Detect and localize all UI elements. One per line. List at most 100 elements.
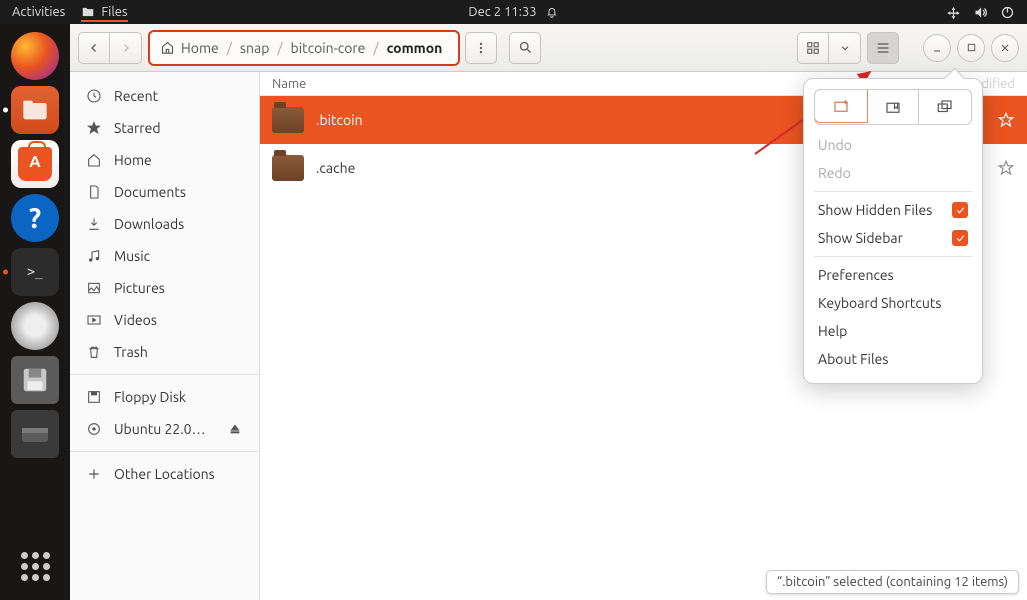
path-home[interactable]: Home (175, 40, 225, 56)
sidebar-trash[interactable]: Trash (70, 336, 259, 368)
back-button[interactable] (78, 32, 110, 64)
doc-icon (86, 184, 102, 200)
star-outline-icon[interactable] (997, 159, 1015, 177)
sidebar-floppy[interactable]: Floppy Disk (70, 381, 259, 413)
menu-shortcuts[interactable]: Keyboard Shortcuts (804, 289, 982, 317)
dock-drive[interactable] (11, 410, 59, 458)
home-icon (86, 152, 102, 168)
files-icon (21, 98, 49, 122)
folder-icon (272, 155, 304, 181)
maximize-button[interactable] (957, 34, 985, 62)
sidebar-label: Other Locations (114, 466, 215, 482)
status-bar: “.bitcoin” selected (containing 12 items… (766, 570, 1019, 594)
sidebar-other-locations[interactable]: Other Locations (70, 458, 259, 490)
datetime-label: Dec 2 11:33 (468, 5, 536, 19)
kebab-icon (474, 41, 488, 55)
sidebar-music[interactable]: Music (70, 240, 259, 272)
file-name: .cache (316, 160, 636, 176)
folder-icon (272, 107, 304, 133)
power-icon[interactable] (1000, 5, 1015, 20)
sidebar-label: Ubuntu 22.0… (114, 421, 206, 437)
home-icon (160, 40, 175, 55)
hamburger-icon (875, 40, 891, 56)
menu-about[interactable]: About Files (804, 345, 982, 373)
gnome-top-bar: Activities Files Dec 2 11:33 (0, 0, 1027, 24)
path-snap[interactable]: snap (234, 40, 275, 56)
music-icon (86, 248, 102, 264)
search-button[interactable] (509, 32, 541, 64)
sidebar-recent[interactable]: Recent (70, 80, 259, 112)
dock-show-apps[interactable] (11, 542, 59, 590)
hamburger-menu-button[interactable] (867, 32, 899, 64)
sidebar-downloads[interactable]: Downloads (70, 208, 259, 240)
trash-icon (86, 344, 102, 360)
dock-help[interactable]: ? (11, 194, 59, 242)
ubuntu-dock: ? >_ (0, 24, 70, 600)
video-icon (86, 312, 102, 328)
sidebar-label: Starred (114, 120, 161, 136)
sidebar-pictures[interactable]: Pictures (70, 272, 259, 304)
sidebar-label: Floppy Disk (114, 389, 186, 405)
nav-buttons (78, 32, 142, 64)
floppy-icon (20, 365, 50, 395)
places-sidebar: Recent Starred Home Documents Downloads … (70, 72, 260, 600)
check-icon (952, 202, 968, 218)
network-icon[interactable] (946, 5, 961, 20)
sidebar-label: Home (114, 152, 152, 168)
sidebar-label: Downloads (114, 216, 184, 232)
check-icon (952, 230, 968, 246)
sidebar-videos[interactable]: Videos (70, 304, 259, 336)
path-more-button[interactable] (465, 32, 497, 64)
sidebar-ubuntu-iso[interactable]: Ubuntu 22.0… (70, 413, 259, 445)
plus-icon (86, 466, 102, 482)
status-text: “.bitcoin” selected (containing 12 items… (777, 575, 1008, 589)
grid-icon (806, 41, 820, 55)
path-bitcoin-core[interactable]: bitcoin-core (285, 40, 372, 56)
folder-icon (81, 5, 95, 19)
headerbar: Home / snap / bitcoin-core / common (70, 24, 1027, 72)
clock[interactable]: Dec 2 11:33 (468, 5, 558, 19)
floppy-icon (86, 389, 102, 405)
forward-button[interactable] (110, 32, 142, 64)
close-button[interactable] (991, 34, 1019, 62)
dock-disc[interactable] (11, 302, 59, 350)
star-outline-icon[interactable] (997, 111, 1015, 129)
bookmark-button[interactable] (867, 90, 920, 124)
sidebar-label: Videos (114, 312, 157, 328)
sidebar-starred[interactable]: Starred (70, 112, 259, 144)
new-tab-icon (936, 98, 954, 116)
eject-icon[interactable] (227, 421, 243, 437)
view-options-button[interactable] (829, 32, 861, 64)
active-app-indicator[interactable]: Files (81, 5, 127, 19)
new-folder-button[interactable] (814, 89, 868, 123)
menu-help[interactable]: Help (804, 317, 982, 345)
dock-software[interactable] (11, 140, 59, 188)
dock-floppy[interactable] (11, 356, 59, 404)
grid-view-button[interactable] (797, 32, 829, 64)
sidebar-label: Documents (114, 184, 186, 200)
sidebar-documents[interactable]: Documents (70, 176, 259, 208)
volume-icon[interactable] (973, 5, 988, 20)
dock-firefox[interactable] (11, 32, 59, 80)
path-common[interactable]: common (381, 40, 449, 56)
star-icon (86, 120, 102, 136)
path-bar[interactable]: Home / snap / bitcoin-core / common (148, 30, 460, 66)
col-name[interactable]: Name (272, 77, 632, 91)
menu-preferences[interactable]: Preferences (804, 261, 982, 289)
chevron-down-icon (840, 43, 850, 53)
sidebar-label: Music (114, 248, 150, 264)
menu-show-hidden[interactable]: Show Hidden Files (804, 196, 982, 224)
bell-icon (545, 5, 559, 19)
picture-icon (86, 280, 102, 296)
close-icon (999, 42, 1011, 54)
activities-button[interactable]: Activities (12, 5, 65, 19)
minimize-button[interactable] (923, 34, 951, 62)
dock-files[interactable] (11, 86, 59, 134)
bookmark-icon (884, 98, 902, 116)
menu-show-sidebar[interactable]: Show Sidebar (804, 224, 982, 252)
dock-terminal[interactable]: >_ (11, 248, 59, 296)
drive-icon (20, 422, 50, 446)
maximize-icon (966, 42, 977, 53)
new-tab-button[interactable] (919, 90, 971, 124)
sidebar-home[interactable]: Home (70, 144, 259, 176)
